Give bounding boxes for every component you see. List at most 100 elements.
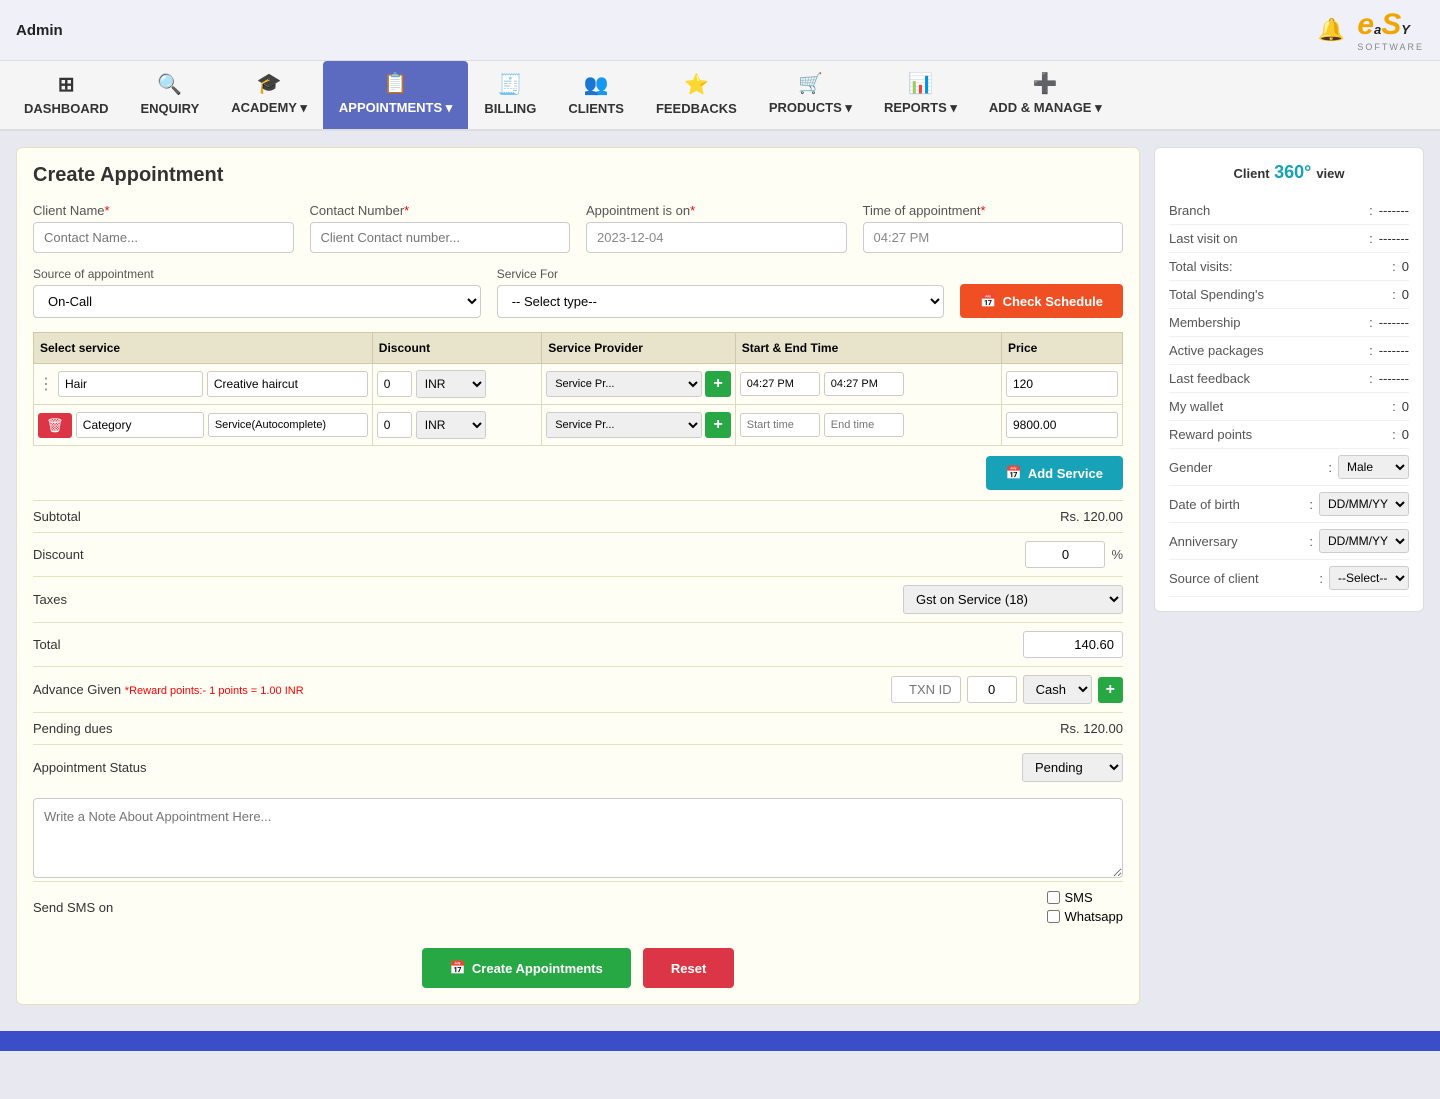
contact-number-input[interactable]	[310, 222, 571, 253]
bottom-bar	[0, 1031, 1440, 1051]
nav-dashboard[interactable]: ⊞ DASHBOARD	[8, 62, 125, 129]
bell-icon[interactable]: 🔔	[1318, 17, 1345, 43]
anniversary-select[interactable]: DD/MM/YY	[1319, 529, 1409, 553]
advance-method-select[interactable]: Cash Card UPI	[1023, 675, 1092, 704]
client-row-anniversary: Anniversary : DD/MM/YY	[1169, 523, 1409, 560]
service-input-2[interactable]	[208, 413, 368, 437]
client-row-source: Source of client : --Select--	[1169, 560, 1409, 597]
check-schedule-button[interactable]: 📅 Check Schedule	[960, 284, 1123, 318]
notes-section	[33, 798, 1123, 881]
client-name-input[interactable]	[33, 222, 294, 253]
appointment-status-select[interactable]: Pending Confirmed Cancelled Completed	[1022, 753, 1123, 782]
service-row-2-price-cell	[1001, 405, 1122, 446]
service-for-group: Service For -- Select type--	[497, 267, 945, 318]
discount-summary-input[interactable]	[1025, 541, 1105, 568]
client-row-dob: Date of birth : DD/MM/YY	[1169, 486, 1409, 523]
source-select[interactable]: On-Call Walk-in Online	[33, 285, 481, 318]
price-input-2[interactable]	[1006, 412, 1118, 438]
advance-add-btn[interactable]: +	[1098, 677, 1123, 703]
discount-input-1[interactable]	[377, 371, 412, 397]
gender-select[interactable]: Male Female Other	[1338, 455, 1409, 479]
discount-input-2[interactable]	[377, 412, 412, 438]
subtotal-row: Subtotal Rs. 120.00	[33, 500, 1123, 532]
appointment-date-input[interactable]	[586, 222, 847, 253]
end-time-1[interactable]	[824, 372, 904, 396]
start-time-2[interactable]	[740, 413, 820, 437]
add-service-button[interactable]: 📅 Add Service	[986, 456, 1123, 490]
add-service-icon: 📅	[1006, 465, 1022, 481]
nav-academy[interactable]: 🎓 ACADEMY ▾	[215, 61, 323, 129]
nav-products[interactable]: 🛒 PRODUCTS ▾	[753, 61, 868, 129]
service-input-1[interactable]	[207, 371, 368, 397]
service-row-1-provider-cell: Service Pr... +	[542, 364, 736, 405]
client-info-row: Client Name* Contact Number* Appointment…	[33, 203, 1123, 253]
service-row-2-category-cell: 🗑	[34, 405, 373, 446]
client-panel-title: Client 360° view	[1169, 162, 1409, 183]
nav-reports[interactable]: 📊 REPORTS ▾	[868, 61, 973, 129]
enquiry-icon: 🔍	[157, 72, 182, 97]
service-row-2-provider-cell: Service Pr... +	[542, 405, 736, 446]
drag-handle-1[interactable]: ⋮	[38, 374, 54, 394]
currency-select-2[interactable]: INR	[416, 411, 486, 439]
txn-id-input[interactable]	[891, 676, 961, 703]
sms-checkbox-label[interactable]: SMS	[1047, 890, 1123, 905]
whatsapp-checkbox-label[interactable]: Whatsapp	[1047, 909, 1123, 924]
add-manage-icon: ➕	[1033, 71, 1058, 96]
client-360-panel: Client 360° view Branch : ------- Last v…	[1154, 147, 1424, 612]
add-provider-btn-2[interactable]: +	[705, 412, 730, 438]
360-icon: 360°	[1274, 162, 1316, 182]
price-input-1[interactable]	[1006, 371, 1118, 397]
nav-add-manage[interactable]: ➕ ADD & MANAGE ▾	[973, 61, 1118, 129]
reset-button[interactable]: Reset	[643, 948, 734, 988]
client-row-wallet: My wallet : 0	[1169, 393, 1409, 421]
taxes-row: Taxes Gst on Service (18)	[33, 576, 1123, 622]
currency-select-1[interactable]: INR	[416, 370, 486, 398]
provider-select-1[interactable]: Service Pr...	[546, 371, 702, 397]
nav-appointments[interactable]: 📋 APPOINTMENTS ▾	[323, 61, 468, 129]
service-for-select[interactable]: -- Select type--	[497, 285, 945, 318]
nav-enquiry[interactable]: 🔍 ENQUIRY	[125, 62, 216, 129]
dob-select[interactable]: DD/MM/YY	[1319, 492, 1409, 516]
nav-clients[interactable]: 👥 CLIENTS	[552, 62, 640, 129]
service-row-1-price-cell	[1001, 364, 1122, 405]
notes-textarea[interactable]	[33, 798, 1123, 878]
nav-billing[interactable]: 🧾 BILLING	[468, 62, 552, 129]
add-provider-btn-1[interactable]: +	[705, 371, 730, 397]
provider-select-2[interactable]: Service Pr...	[546, 412, 702, 438]
appointment-date-label: Appointment is on*	[586, 203, 847, 218]
appointment-time-input[interactable]	[863, 222, 1124, 253]
end-time-2[interactable]	[824, 413, 904, 437]
reports-icon: 📊	[908, 71, 933, 96]
category-input-2[interactable]	[76, 412, 204, 438]
billing-icon: 🧾	[498, 72, 523, 97]
advance-amount-input[interactable]	[967, 676, 1017, 703]
client-row-last-visit: Last visit on : -------	[1169, 225, 1409, 253]
top-bar-right: 🔔 eaSY SOFTWARE	[1318, 8, 1424, 52]
top-bar: Admin 🔔 eaSY SOFTWARE	[0, 0, 1440, 61]
delete-service-btn-2[interactable]: 🗑	[38, 413, 72, 438]
source-group: Source of appointment On-Call Walk-in On…	[33, 267, 481, 318]
client-row-reward-points: Reward points : 0	[1169, 421, 1409, 449]
create-appointments-button[interactable]: 📅 Create Appointments	[422, 948, 631, 988]
total-input[interactable]	[1023, 631, 1123, 658]
contact-number-group: Contact Number*	[310, 203, 571, 253]
category-input-1[interactable]	[58, 371, 203, 397]
taxes-select[interactable]: Gst on Service (18)	[903, 585, 1123, 614]
form-area: Create Appointment Client Name* Contact …	[16, 147, 1140, 1005]
sms-row: Send SMS on SMS Whatsapp	[33, 881, 1123, 932]
nav-feedbacks[interactable]: ⭐ FEEDBACKS	[640, 62, 753, 129]
appointment-date-group: Appointment is on*	[586, 203, 847, 253]
sms-checkbox[interactable]	[1047, 891, 1060, 904]
th-discount: Discount	[372, 333, 541, 364]
service-row-1-category-cell: ⋮	[34, 364, 373, 405]
pending-dues-row: Pending dues Rs. 120.00	[33, 712, 1123, 744]
feedbacks-icon: ⭐	[684, 72, 709, 97]
source-client-select[interactable]: --Select--	[1329, 566, 1409, 590]
client-row-total-visits: Total visits: : 0	[1169, 253, 1409, 281]
sms-checks: SMS Whatsapp	[1047, 890, 1123, 924]
start-time-1[interactable]	[740, 372, 820, 396]
th-price: Price	[1001, 333, 1122, 364]
footer-buttons: 📅 Create Appointments Reset	[33, 948, 1123, 988]
whatsapp-checkbox[interactable]	[1047, 910, 1060, 923]
logo: eaSY SOFTWARE	[1357, 8, 1424, 52]
